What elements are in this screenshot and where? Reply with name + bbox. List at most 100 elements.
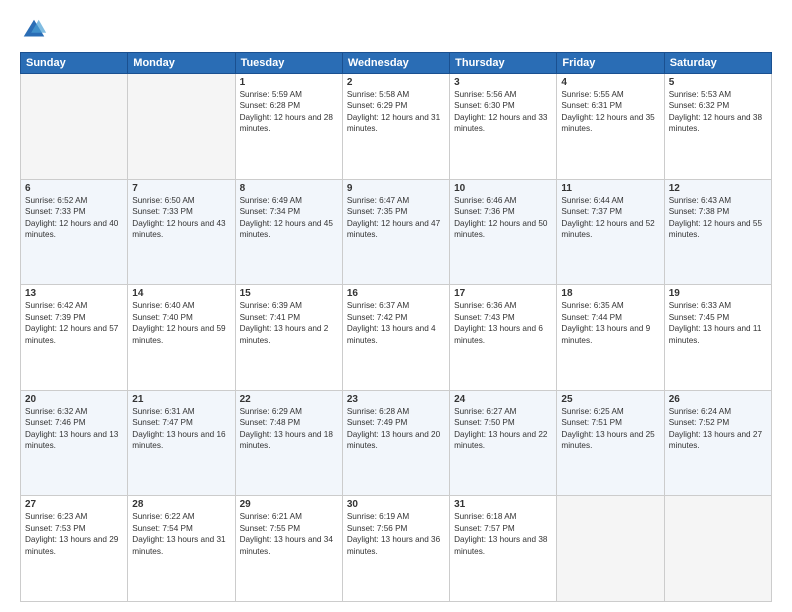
- week-row-2: 13Sunrise: 6:42 AM Sunset: 7:39 PM Dayli…: [21, 285, 772, 391]
- day-number: 8: [240, 183, 338, 194]
- day-number: 15: [240, 288, 338, 299]
- calendar-cell: 25Sunrise: 6:25 AM Sunset: 7:51 PM Dayli…: [557, 390, 664, 496]
- day-number: 19: [669, 288, 767, 299]
- calendar-cell: 13Sunrise: 6:42 AM Sunset: 7:39 PM Dayli…: [21, 285, 128, 391]
- day-number: 29: [240, 499, 338, 510]
- day-number: 2: [347, 77, 445, 88]
- cell-info: Sunrise: 6:49 AM Sunset: 7:34 PM Dayligh…: [240, 195, 338, 241]
- cell-info: Sunrise: 6:33 AM Sunset: 7:45 PM Dayligh…: [669, 300, 767, 346]
- header: [20, 16, 772, 44]
- calendar-cell: 31Sunrise: 6:18 AM Sunset: 7:57 PM Dayli…: [450, 496, 557, 602]
- week-row-4: 27Sunrise: 6:23 AM Sunset: 7:53 PM Dayli…: [21, 496, 772, 602]
- calendar-cell: 30Sunrise: 6:19 AM Sunset: 7:56 PM Dayli…: [342, 496, 449, 602]
- calendar-cell: 15Sunrise: 6:39 AM Sunset: 7:41 PM Dayli…: [235, 285, 342, 391]
- cell-info: Sunrise: 6:44 AM Sunset: 7:37 PM Dayligh…: [561, 195, 659, 241]
- cell-info: Sunrise: 6:35 AM Sunset: 7:44 PM Dayligh…: [561, 300, 659, 346]
- calendar-cell: 14Sunrise: 6:40 AM Sunset: 7:40 PM Dayli…: [128, 285, 235, 391]
- day-header-saturday: Saturday: [664, 53, 771, 74]
- calendar-cell: 17Sunrise: 6:36 AM Sunset: 7:43 PM Dayli…: [450, 285, 557, 391]
- cell-info: Sunrise: 6:36 AM Sunset: 7:43 PM Dayligh…: [454, 300, 552, 346]
- cell-info: Sunrise: 5:55 AM Sunset: 6:31 PM Dayligh…: [561, 89, 659, 135]
- calendar-cell: 18Sunrise: 6:35 AM Sunset: 7:44 PM Dayli…: [557, 285, 664, 391]
- calendar-cell: 1Sunrise: 5:59 AM Sunset: 6:28 PM Daylig…: [235, 74, 342, 180]
- calendar-cell: 11Sunrise: 6:44 AM Sunset: 7:37 PM Dayli…: [557, 179, 664, 285]
- day-number: 6: [25, 183, 123, 194]
- day-number: 27: [25, 499, 123, 510]
- day-number: 13: [25, 288, 123, 299]
- cell-info: Sunrise: 6:29 AM Sunset: 7:48 PM Dayligh…: [240, 406, 338, 452]
- day-number: 31: [454, 499, 552, 510]
- day-number: 18: [561, 288, 659, 299]
- calendar-cell: 28Sunrise: 6:22 AM Sunset: 7:54 PM Dayli…: [128, 496, 235, 602]
- cell-info: Sunrise: 6:50 AM Sunset: 7:33 PM Dayligh…: [132, 195, 230, 241]
- day-header-friday: Friday: [557, 53, 664, 74]
- cell-info: Sunrise: 6:43 AM Sunset: 7:38 PM Dayligh…: [669, 195, 767, 241]
- calendar-cell: 22Sunrise: 6:29 AM Sunset: 7:48 PM Dayli…: [235, 390, 342, 496]
- day-header-wednesday: Wednesday: [342, 53, 449, 74]
- calendar-cell: 7Sunrise: 6:50 AM Sunset: 7:33 PM Daylig…: [128, 179, 235, 285]
- cell-info: Sunrise: 5:59 AM Sunset: 6:28 PM Dayligh…: [240, 89, 338, 135]
- cell-info: Sunrise: 6:18 AM Sunset: 7:57 PM Dayligh…: [454, 511, 552, 557]
- calendar-cell: 21Sunrise: 6:31 AM Sunset: 7:47 PM Dayli…: [128, 390, 235, 496]
- cell-info: Sunrise: 6:31 AM Sunset: 7:47 PM Dayligh…: [132, 406, 230, 452]
- week-row-1: 6Sunrise: 6:52 AM Sunset: 7:33 PM Daylig…: [21, 179, 772, 285]
- calendar-cell: 5Sunrise: 5:53 AM Sunset: 6:32 PM Daylig…: [664, 74, 771, 180]
- calendar-table: SundayMondayTuesdayWednesdayThursdayFrid…: [20, 52, 772, 602]
- calendar-cell: 4Sunrise: 5:55 AM Sunset: 6:31 PM Daylig…: [557, 74, 664, 180]
- page: SundayMondayTuesdayWednesdayThursdayFrid…: [0, 0, 792, 612]
- day-number: 1: [240, 77, 338, 88]
- cell-info: Sunrise: 5:53 AM Sunset: 6:32 PM Dayligh…: [669, 89, 767, 135]
- day-number: 26: [669, 394, 767, 405]
- cell-info: Sunrise: 6:52 AM Sunset: 7:33 PM Dayligh…: [25, 195, 123, 241]
- cell-info: Sunrise: 6:19 AM Sunset: 7:56 PM Dayligh…: [347, 511, 445, 557]
- day-number: 16: [347, 288, 445, 299]
- calendar-cell: 16Sunrise: 6:37 AM Sunset: 7:42 PM Dayli…: [342, 285, 449, 391]
- day-number: 30: [347, 499, 445, 510]
- calendar-cell: 20Sunrise: 6:32 AM Sunset: 7:46 PM Dayli…: [21, 390, 128, 496]
- day-number: 5: [669, 77, 767, 88]
- day-number: 20: [25, 394, 123, 405]
- calendar-cell: 29Sunrise: 6:21 AM Sunset: 7:55 PM Dayli…: [235, 496, 342, 602]
- cell-info: Sunrise: 5:58 AM Sunset: 6:29 PM Dayligh…: [347, 89, 445, 135]
- day-number: 21: [132, 394, 230, 405]
- cell-info: Sunrise: 6:32 AM Sunset: 7:46 PM Dayligh…: [25, 406, 123, 452]
- week-row-3: 20Sunrise: 6:32 AM Sunset: 7:46 PM Dayli…: [21, 390, 772, 496]
- day-number: 14: [132, 288, 230, 299]
- day-header-tuesday: Tuesday: [235, 53, 342, 74]
- day-number: 7: [132, 183, 230, 194]
- day-number: 23: [347, 394, 445, 405]
- calendar-cell: 10Sunrise: 6:46 AM Sunset: 7:36 PM Dayli…: [450, 179, 557, 285]
- calendar-cell: [557, 496, 664, 602]
- calendar-cell: 6Sunrise: 6:52 AM Sunset: 7:33 PM Daylig…: [21, 179, 128, 285]
- calendar-cell: 12Sunrise: 6:43 AM Sunset: 7:38 PM Dayli…: [664, 179, 771, 285]
- calendar-cell: 8Sunrise: 6:49 AM Sunset: 7:34 PM Daylig…: [235, 179, 342, 285]
- calendar-cell: 23Sunrise: 6:28 AM Sunset: 7:49 PM Dayli…: [342, 390, 449, 496]
- day-header-monday: Monday: [128, 53, 235, 74]
- day-number: 10: [454, 183, 552, 194]
- week-row-0: 1Sunrise: 5:59 AM Sunset: 6:28 PM Daylig…: [21, 74, 772, 180]
- calendar-cell: 9Sunrise: 6:47 AM Sunset: 7:35 PM Daylig…: [342, 179, 449, 285]
- calendar-cell: 27Sunrise: 6:23 AM Sunset: 7:53 PM Dayli…: [21, 496, 128, 602]
- day-number: 28: [132, 499, 230, 510]
- calendar-cell: 26Sunrise: 6:24 AM Sunset: 7:52 PM Dayli…: [664, 390, 771, 496]
- cell-info: Sunrise: 6:39 AM Sunset: 7:41 PM Dayligh…: [240, 300, 338, 346]
- day-number: 11: [561, 183, 659, 194]
- day-number: 9: [347, 183, 445, 194]
- day-number: 22: [240, 394, 338, 405]
- calendar-cell: 3Sunrise: 5:56 AM Sunset: 6:30 PM Daylig…: [450, 74, 557, 180]
- cell-info: Sunrise: 6:37 AM Sunset: 7:42 PM Dayligh…: [347, 300, 445, 346]
- cell-info: Sunrise: 6:21 AM Sunset: 7:55 PM Dayligh…: [240, 511, 338, 557]
- cell-info: Sunrise: 6:40 AM Sunset: 7:40 PM Dayligh…: [132, 300, 230, 346]
- cell-info: Sunrise: 6:24 AM Sunset: 7:52 PM Dayligh…: [669, 406, 767, 452]
- day-number: 24: [454, 394, 552, 405]
- cell-info: Sunrise: 6:25 AM Sunset: 7:51 PM Dayligh…: [561, 406, 659, 452]
- day-number: 17: [454, 288, 552, 299]
- cell-info: Sunrise: 6:27 AM Sunset: 7:50 PM Dayligh…: [454, 406, 552, 452]
- calendar-cell: 2Sunrise: 5:58 AM Sunset: 6:29 PM Daylig…: [342, 74, 449, 180]
- day-header-thursday: Thursday: [450, 53, 557, 74]
- cell-info: Sunrise: 5:56 AM Sunset: 6:30 PM Dayligh…: [454, 89, 552, 135]
- calendar-cell: [21, 74, 128, 180]
- calendar-cell: [664, 496, 771, 602]
- day-number: 3: [454, 77, 552, 88]
- day-number: 12: [669, 183, 767, 194]
